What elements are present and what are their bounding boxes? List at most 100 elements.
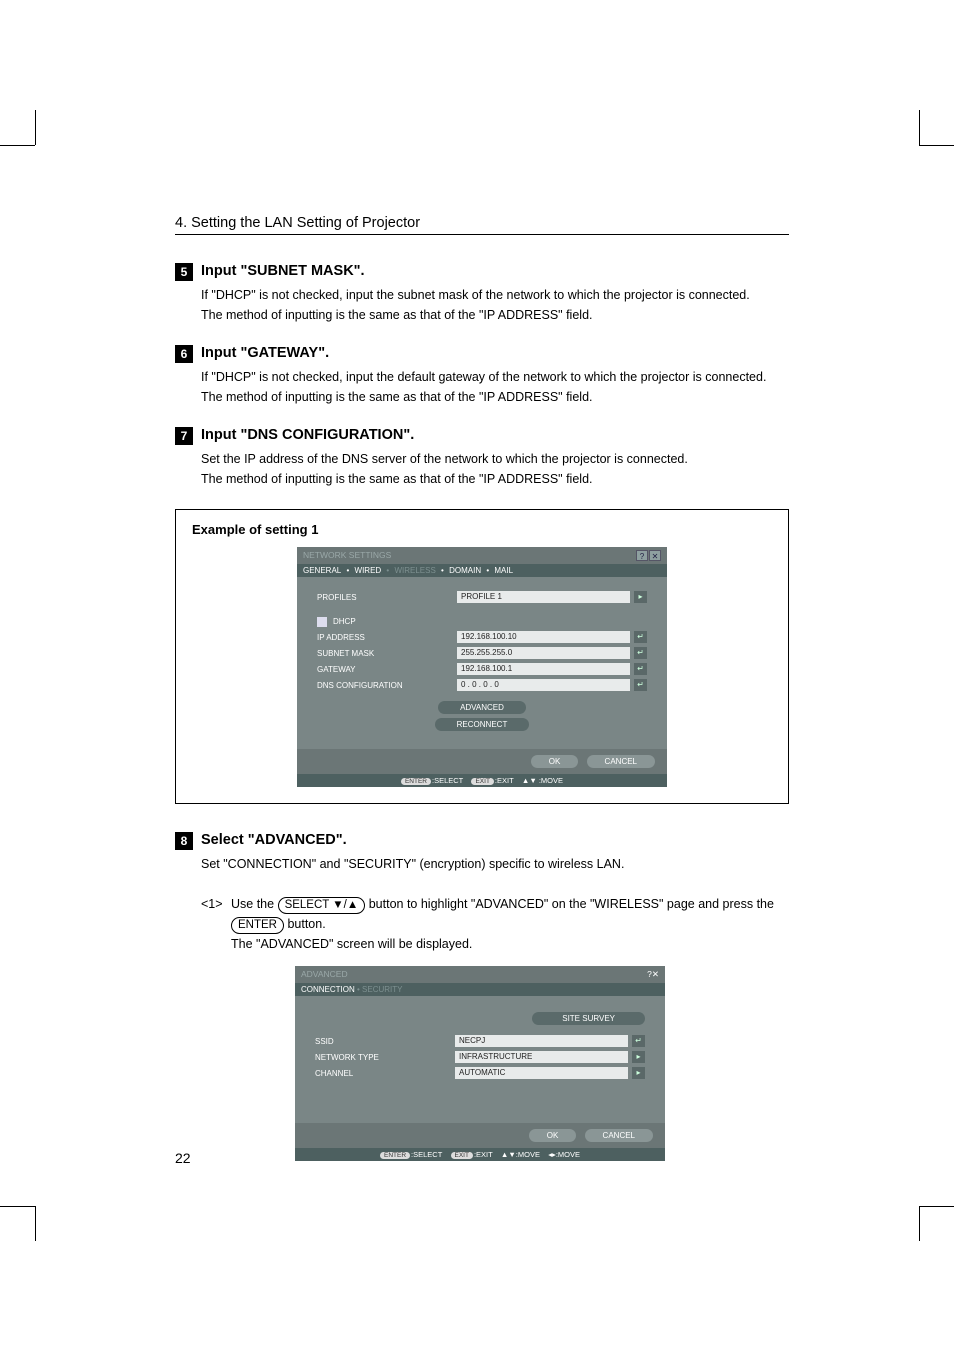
osd-titlebar: ADVANCED ?✕ [295,966,665,983]
step-text: Set the IP address of the DNS server of … [201,449,789,469]
step-number: 5 [175,263,193,281]
step-text: The method of inputting is the same as t… [201,387,789,407]
profiles-label: PROFILES [317,593,457,602]
chapter-heading: 4. Setting the LAN Setting of Projector [175,215,789,235]
ok-button[interactable]: OK [531,755,579,768]
dhcp-checkbox[interactable] [317,617,327,627]
step-7: 7 Input "DNS CONFIGURATION". Set the IP … [175,427,789,489]
cancel-button[interactable]: CANCEL [585,1129,653,1142]
hint-move2: :MOVE [556,1150,580,1159]
t: button to highlight "ADVANCED" on the "W… [365,897,774,911]
help-icon[interactable]: ? [636,550,648,561]
dhcp-label: DHCP [333,617,356,626]
hint-select: :SELECT [411,1150,442,1159]
step-6: 6 Input "GATEWAY". If "DHCP" is not chec… [175,345,789,407]
bullet: • [441,566,444,575]
profiles-field[interactable]: PROFILE 1 [457,591,630,603]
enter-icon[interactable]: ↵ [634,679,647,691]
osd-advanced: ADVANCED ?✕ CONNECTION • SECURITY SITE S… [295,966,665,1161]
osd-tabs: GENERAL • WIRED • WIRELESS • DOMAIN • MA… [297,564,667,577]
window-icons: ?✕ [647,969,659,980]
ip-label: IP ADDRESS [317,633,457,642]
step-title: Select "ADVANCED". [201,832,789,848]
enter-icon[interactable]: ↵ [634,631,647,643]
step-title: Input "DNS CONFIGURATION". [201,427,789,443]
ok-button[interactable]: OK [529,1129,577,1142]
step-text: The method of inputting is the same as t… [201,305,789,325]
step-5: 5 Input "SUBNET MASK". If "DHCP" is not … [175,263,789,325]
chevron-right-icon[interactable]: ▸ [634,591,647,603]
enter-icon[interactable]: ↵ [634,647,647,659]
page-number: 22 [175,1150,191,1166]
hint-move: :MOVE [516,1150,540,1159]
step-number: 6 [175,345,193,363]
close-icon[interactable]: ✕ [649,550,661,561]
dns-field[interactable]: 0 . 0 . 0 . 0 [457,679,630,691]
step-number: 8 [175,832,193,850]
exit-pill: EXIT [471,778,493,785]
t: The "ADVANCED" screen will be displayed. [231,934,789,954]
leftright-icon: ◂▸ [548,1150,556,1159]
tab-security[interactable]: SECURITY [362,985,402,994]
t: Use the [231,897,278,911]
nettype-field[interactable]: INFRASTRUCTURE [455,1051,628,1063]
ssid-field[interactable]: NECPJ [455,1035,628,1047]
t: button. [284,917,326,931]
tab-domain[interactable]: DOMAIN [449,566,481,575]
osd-tabs: CONNECTION • SECURITY [295,983,665,996]
hint-exit: :EXIT [474,1150,493,1159]
example-title: Example of setting 1 [192,522,772,537]
hint-move: :MOVE [537,776,563,785]
channel-label: CHANNEL [315,1069,455,1078]
updown-icon: ▲▼ [522,776,537,785]
step-body: If "DHCP" is not checked, input the defa… [201,367,789,407]
bullet: • [346,566,349,575]
sub-text: Use the SELECT ▼/▲ button to highlight "… [231,894,789,954]
osd-hint-bar: ENTER:SELECT EXIT:EXIT ▲▼:MOVE ◂▸:MOVE [295,1148,665,1161]
subnet-field[interactable]: 255.255.255.0 [457,647,630,659]
example-box: Example of setting 1 NETWORK SETTINGS ?✕… [175,509,789,804]
close-icon[interactable]: ✕ [652,969,659,979]
hint-exit: :EXIT [495,776,514,785]
step-text: Set "CONNECTION" and "SECURITY" (encrypt… [201,854,789,874]
site-survey-button[interactable]: SITE SURVEY [532,1012,645,1025]
channel-field[interactable]: AUTOMATIC [455,1067,628,1079]
cancel-button[interactable]: CANCEL [587,755,655,768]
reconnect-button[interactable]: RECONNECT [435,718,530,731]
chevron-right-icon[interactable]: ▸ [632,1051,645,1063]
tab-connection[interactable]: CONNECTION [301,985,355,994]
sub-step-1: <1> Use the SELECT ▼/▲ button to highlig… [201,894,789,954]
updown-icon: ▲▼ [501,1150,516,1159]
window-icons: ?✕ [635,550,661,561]
enter-pill: ENTER [380,1152,410,1159]
bullet: • [386,566,389,575]
tab-mail[interactable]: MAIL [494,566,513,575]
advanced-button[interactable]: ADVANCED [438,701,526,714]
nettype-label: NETWORK TYPE [315,1053,455,1062]
enter-icon[interactable]: ↵ [634,663,647,675]
subnet-label: SUBNET MASK [317,649,457,658]
tab-wired[interactable]: WIRED [355,566,382,575]
dns-label: DNS CONFIGURATION [317,681,457,690]
osd-titlebar: NETWORK SETTINGS ?✕ [297,547,667,564]
osd-title: ADVANCED [301,969,348,980]
gateway-field[interactable]: 192.168.100.1 [457,663,630,675]
step-text: If "DHCP" is not checked, input the defa… [201,367,789,387]
tab-wireless[interactable]: WIRELESS [394,566,435,575]
chevron-right-icon[interactable]: ▸ [632,1067,645,1079]
page-content: 4. Setting the LAN Setting of Projector … [0,0,954,1161]
osd-hint-bar: ENTER:SELECT EXIT:EXIT ▲▼ :MOVE [297,774,667,787]
dhcp-row: DHCP [317,617,457,627]
hint-select: :SELECT [432,776,463,785]
select-key: SELECT ▼/▲ [278,897,366,914]
osd-title: NETWORK SETTINGS [303,550,391,561]
step-body: Set the IP address of the DNS server of … [201,449,789,489]
osd-body: SITE SURVEY SSID NECPJ ↵ NETWORK TYPE IN… [295,996,665,1123]
exit-pill: EXIT [451,1152,473,1159]
step-body: If "DHCP" is not checked, input the subn… [201,285,789,325]
step-body: Set "CONNECTION" and "SECURITY" (encrypt… [201,854,789,874]
osd-network-settings: NETWORK SETTINGS ?✕ GENERAL • WIRED • WI… [297,547,667,787]
enter-icon[interactable]: ↵ [632,1035,645,1047]
tab-general[interactable]: GENERAL [303,566,341,575]
ip-field[interactable]: 192.168.100.10 [457,631,630,643]
